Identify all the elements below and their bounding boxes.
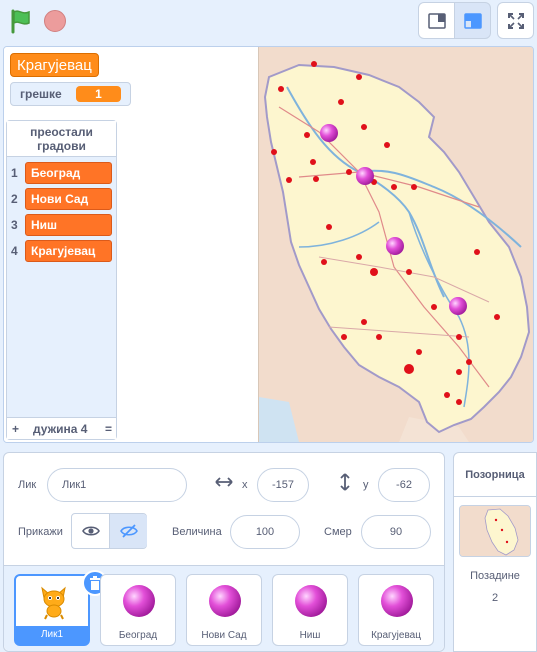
errors-label: грешке [20, 87, 62, 101]
resize-handle[interactable]: = [105, 422, 112, 436]
green-flag-icon[interactable] [8, 8, 34, 34]
list-length: дужина 4 [33, 422, 88, 436]
sprite-tile[interactable]: Крагујевац [358, 574, 434, 646]
sprite-tile[interactable]: Ниш [272, 574, 348, 646]
stop-icon[interactable] [44, 10, 66, 32]
sprite-tile-name: Београд [118, 630, 158, 641]
show-sprite-button[interactable] [72, 514, 110, 548]
list-item-value[interactable]: Нови Сад [25, 188, 112, 210]
sprite-tile-name: Крагујевац [371, 630, 421, 641]
serbia-map [258, 47, 533, 442]
add-item-button[interactable]: + [12, 422, 19, 436]
y-input[interactable]: -62 [378, 468, 430, 502]
sprite-tile-name: Лик1 [16, 626, 88, 644]
pink-ball-icon [381, 585, 413, 617]
sprite-list: Лик1 Београд Нови Сад Ниш Крагујевац [4, 565, 444, 651]
stage-canvas[interactable]: Крагујевац грешке 1 преостали градови 1 … [3, 46, 534, 443]
x-input[interactable]: -157 [257, 468, 309, 502]
cat-sprite-icon [41, 586, 66, 620]
y-label: y [363, 479, 369, 491]
y-arrows-icon [340, 473, 350, 494]
backdrops-label: Позадине [470, 570, 520, 582]
list-item-index: 1 [11, 166, 18, 180]
size-input[interactable]: 100 [230, 515, 300, 549]
small-stage-icon [428, 13, 446, 29]
sprite-tile-name: Нови Сад [201, 630, 247, 641]
pink-ball-icon [209, 585, 241, 617]
sprite-name-label: Лик [18, 479, 37, 491]
direction-label: Смер [324, 526, 352, 538]
errors-value: 1 [76, 86, 121, 102]
list-item-index: 4 [11, 244, 18, 258]
sprite-info-pane: Лик Лик1 x -157 y -62 Прикажи Величина 1… [3, 452, 445, 652]
list-item[interactable]: 1 Београд [7, 161, 116, 185]
stage-pane-title: Позорница [454, 453, 536, 497]
list-item-value[interactable]: Крагујевац [25, 240, 112, 262]
small-stage-button[interactable] [418, 2, 455, 39]
backdrops-count: 2 [491, 592, 499, 604]
large-stage-icon [464, 13, 482, 29]
direction-input[interactable]: 90 [361, 515, 431, 549]
list-item[interactable]: 3 Ниш [7, 213, 116, 237]
list-item[interactable]: 4 Крагујевац [7, 239, 116, 263]
sprite-tile[interactable]: Београд [100, 574, 176, 646]
eye-slash-icon [120, 524, 138, 538]
list-item-index: 3 [11, 218, 18, 232]
current-city-label: Крагујевац [10, 53, 99, 77]
fullscreen-button[interactable] [497, 2, 534, 39]
stage-header [0, 0, 537, 44]
stage-selector-pane[interactable]: Позорница Позадине 2 [453, 452, 537, 652]
sprite-name-input[interactable]: Лик1 [47, 468, 187, 502]
eye-icon [82, 526, 100, 536]
x-arrows-icon [215, 477, 233, 490]
list-item[interactable]: 2 Нови Сад [7, 187, 116, 211]
errors-monitor: грешке 1 [10, 82, 131, 106]
pink-ball-icon [295, 585, 327, 617]
x-label: x [242, 479, 248, 491]
list-item-index: 2 [11, 192, 18, 206]
sprite-tile-name: Ниш [299, 630, 321, 641]
sprite-tile[interactable]: Нови Сад [186, 574, 262, 646]
stage-thumbnail[interactable] [459, 505, 531, 557]
remaining-cities-list: преостали градови 1 Београд 2 Нови Сад 3… [6, 120, 117, 440]
list-footer: + дужина 4 = [7, 417, 116, 439]
show-toggle [71, 513, 147, 549]
list-item-value[interactable]: Београд [25, 162, 112, 184]
hide-sprite-button[interactable] [109, 514, 147, 548]
large-stage-button[interactable] [454, 2, 491, 39]
size-label: Величина [172, 526, 222, 538]
pink-ball-icon [123, 585, 155, 617]
list-item-value[interactable]: Ниш [25, 214, 112, 236]
show-label: Прикажи [18, 526, 63, 538]
list-title: преостали градови [7, 121, 116, 157]
fullscreen-icon [508, 13, 524, 29]
sprite-tile[interactable]: Лик1 [14, 570, 108, 646]
